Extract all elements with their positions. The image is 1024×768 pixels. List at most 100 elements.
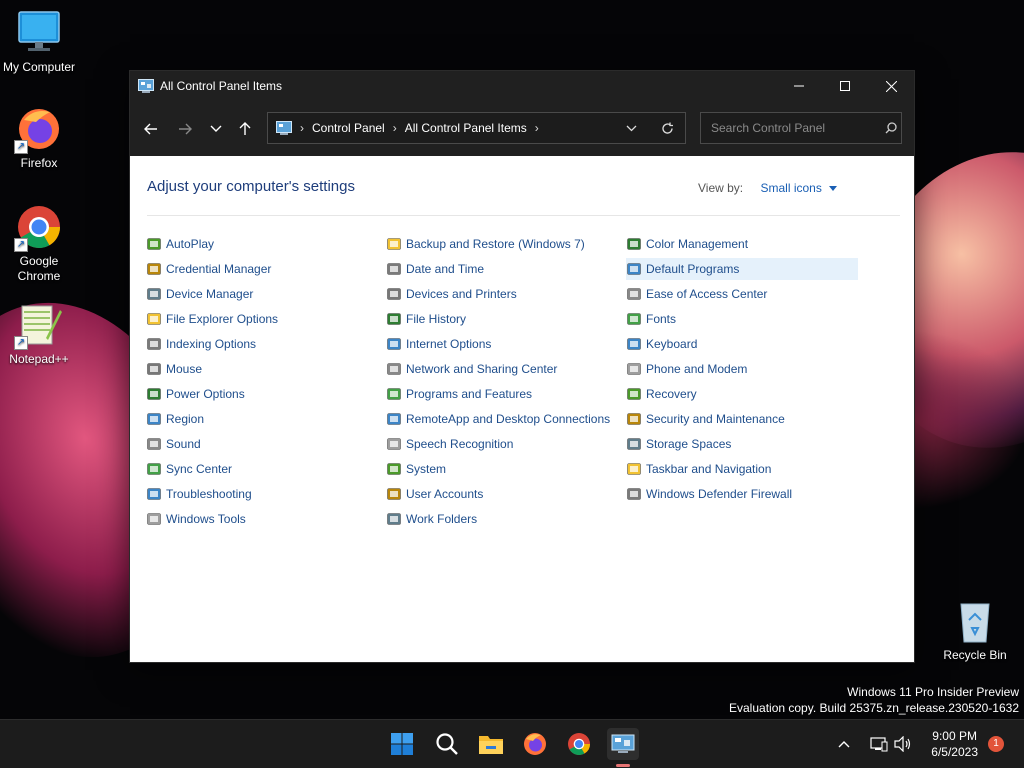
close-button[interactable] xyxy=(868,71,914,101)
breadcrumb-control-panel[interactable]: Control Panel xyxy=(312,121,385,135)
control-panel-item-label: Windows Tools xyxy=(166,512,246,526)
control-panel-item[interactable]: Recovery xyxy=(626,383,697,405)
firefox-icon: ↗ xyxy=(14,106,62,154)
network-icon xyxy=(870,737,888,752)
control-panel-item[interactable]: Credential Manager xyxy=(146,258,271,280)
control-panel-item-label: File Explorer Options xyxy=(166,312,279,326)
control-panel-item-label: Phone and Modem xyxy=(646,362,748,376)
control-panel-item[interactable]: Backup and Restore (Windows 7) xyxy=(386,233,585,255)
control-panel-item[interactable]: AutoPlay xyxy=(146,233,214,255)
control-panel-item[interactable]: System xyxy=(386,458,446,480)
control-panel-item[interactable]: Phone and Modem xyxy=(626,358,747,380)
control-panel-item-label: Power Options xyxy=(166,387,245,401)
taskbar-firefox[interactable] xyxy=(519,728,551,760)
start-button[interactable] xyxy=(386,728,418,760)
control-panel-item[interactable]: Sync Center xyxy=(146,458,232,480)
desktop-icon-my-computer[interactable]: My Computer xyxy=(1,10,77,74)
clock-time: 9:00 PM xyxy=(932,729,977,743)
control-panel-item[interactable]: Default Programs xyxy=(626,258,858,280)
caret-down-icon xyxy=(829,186,838,192)
control-panel-item-icon xyxy=(387,263,401,275)
control-panel-item[interactable]: Windows Defender Firewall xyxy=(626,483,792,505)
control-panel-item[interactable]: Network and Sharing Center xyxy=(386,358,557,380)
control-panel-item[interactable]: Region xyxy=(146,408,204,430)
control-panel-item[interactable]: Indexing Options xyxy=(146,333,256,355)
search-input[interactable] xyxy=(709,120,873,136)
control-panel-item[interactable]: Power Options xyxy=(146,383,245,405)
volume-button[interactable] xyxy=(894,720,912,768)
control-panel-item[interactable]: Fonts xyxy=(626,308,676,330)
title-bar[interactable]: All Control Panel Items xyxy=(130,71,914,101)
desktop-icon-recycle-bin[interactable]: Recycle Bin xyxy=(937,598,1013,662)
control-panel-item[interactable]: Color Management xyxy=(626,233,748,255)
navigation-bar: › Control Panel › All Control Panel Item… xyxy=(130,101,914,156)
control-panel-item[interactable]: Internet Options xyxy=(386,333,491,355)
desktop-icon-label: Firefox xyxy=(20,156,58,170)
recent-locations-button[interactable] xyxy=(201,114,231,144)
control-panel-item[interactable]: Mouse xyxy=(146,358,202,380)
control-panel-item-label: Backup and Restore (Windows 7) xyxy=(406,237,585,251)
control-panel-item[interactable]: File History xyxy=(386,308,466,330)
chevron-right-icon[interactable]: › xyxy=(535,121,539,135)
control-panel-item[interactable]: Work Folders xyxy=(386,508,477,530)
up-button[interactable] xyxy=(230,114,260,144)
control-panel-item-label: Ease of Access Center xyxy=(646,287,768,301)
control-panel-item[interactable]: Windows Tools xyxy=(146,508,246,530)
clock[interactable]: 9:00 PM 6/5/2023 xyxy=(931,728,978,760)
refresh-icon xyxy=(661,122,673,134)
minimize-button[interactable] xyxy=(776,71,822,101)
control-panel-item-icon xyxy=(147,338,161,350)
control-panel-item-label: Taskbar and Navigation xyxy=(646,462,772,476)
taskbar-control-panel[interactable] xyxy=(607,728,639,760)
notification-badge[interactable]: 1 xyxy=(988,736,1004,752)
control-panel-item[interactable]: Device Manager xyxy=(146,283,253,305)
control-panel-item[interactable]: Programs and Features xyxy=(386,383,532,405)
close-icon xyxy=(885,80,897,92)
chevron-up-icon xyxy=(838,741,850,748)
control-panel-item[interactable]: Devices and Printers xyxy=(386,283,517,305)
desktop-icon-firefox[interactable]: ↗ Firefox xyxy=(1,106,77,170)
control-panel-item-label: Device Manager xyxy=(166,287,254,301)
taskbar-search-button[interactable] xyxy=(431,728,463,760)
breadcrumb-all-items[interactable]: All Control Panel Items xyxy=(405,121,527,135)
minimize-icon xyxy=(794,85,804,87)
control-panel-item-icon xyxy=(627,288,641,300)
control-panel-item[interactable]: Security and Maintenance xyxy=(626,408,785,430)
control-panel-item-icon xyxy=(627,413,641,425)
desktop-icon-chrome[interactable]: ↗ Google Chrome xyxy=(1,204,77,284)
control-panel-item[interactable]: Sound xyxy=(146,433,201,455)
clock-date: 6/5/2023 xyxy=(931,745,978,759)
address-bar[interactable]: › Control Panel › All Control Panel Item… xyxy=(267,112,686,144)
maximize-button[interactable] xyxy=(822,71,868,101)
view-by-dropdown[interactable]: Small icons xyxy=(760,181,838,195)
control-panel-item[interactable]: Storage Spaces xyxy=(626,433,731,455)
control-panel-item[interactable]: Troubleshooting xyxy=(146,483,252,505)
control-panel-item[interactable]: File Explorer Options xyxy=(146,308,278,330)
control-panel-item[interactable]: Date and Time xyxy=(386,258,484,280)
address-dropdown-button[interactable] xyxy=(613,125,649,132)
control-panel-item[interactable]: User Accounts xyxy=(386,483,483,505)
search-box[interactable] xyxy=(700,112,902,144)
notepadpp-icon: ↗ xyxy=(14,302,62,350)
desktop-icon-notepadpp[interactable]: ↗ Notepad++ xyxy=(1,302,77,366)
control-panel-item[interactable]: Speech Recognition xyxy=(386,433,513,455)
control-panel-item[interactable]: Ease of Access Center xyxy=(626,283,767,305)
control-panel-item[interactable]: Keyboard xyxy=(626,333,697,355)
network-button[interactable] xyxy=(870,720,888,768)
control-panel-item-label: Mouse xyxy=(166,362,203,376)
recycle-bin-icon xyxy=(952,598,998,644)
taskbar-file-explorer[interactable] xyxy=(475,728,507,760)
search-icon[interactable] xyxy=(885,122,897,134)
refresh-button[interactable] xyxy=(649,122,685,135)
control-panel-item-icon xyxy=(387,488,401,500)
show-hidden-icons-button[interactable] xyxy=(838,720,850,768)
control-panel-item[interactable]: RemoteApp and Desktop Connections xyxy=(386,408,610,430)
taskbar-chrome[interactable] xyxy=(563,728,595,760)
back-button[interactable] xyxy=(136,114,166,144)
forward-button[interactable] xyxy=(170,114,200,144)
control-panel-item[interactable]: Taskbar and Navigation xyxy=(626,458,771,480)
control-panel-item-label: Internet Options xyxy=(406,337,492,351)
control-panel-item-label: Color Management xyxy=(646,237,749,251)
control-panel-item-icon xyxy=(147,463,161,475)
control-panel-item-label: Region xyxy=(166,412,205,426)
